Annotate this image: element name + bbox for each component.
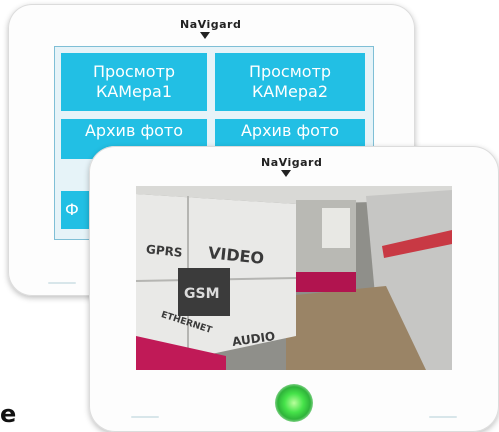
front-right-slot [429, 416, 457, 418]
photo-button[interactable]: Ф [61, 191, 91, 229]
logo-text: NaVigard [180, 18, 242, 31]
back-device-logo: NaVigard [180, 18, 242, 39]
label-gsm: GSM [184, 286, 220, 302]
camera-feed-image [136, 186, 452, 370]
stray-text: e [0, 400, 17, 428]
camera-view-screen: GPRS VIDEO GSM ETHERNET AUDIO [136, 186, 452, 370]
logo-triangle-icon [200, 32, 210, 39]
counter [286, 272, 356, 292]
logo-text: NaVigard [261, 156, 323, 169]
front-left-slot [131, 416, 159, 418]
front-device: NaVigard GPRS VIDEO GSM ETHERNET AUDIO [89, 146, 499, 432]
home-button-led[interactable] [275, 384, 313, 422]
view-camera2-button[interactable]: Просмотр КАМера2 [215, 53, 365, 111]
logo-triangle-icon [281, 170, 291, 177]
view-camera1-button[interactable]: Просмотр КАМера1 [61, 53, 207, 111]
window [322, 208, 350, 248]
front-device-logo: NaVigard [261, 156, 323, 177]
back-left-slot [48, 282, 76, 284]
